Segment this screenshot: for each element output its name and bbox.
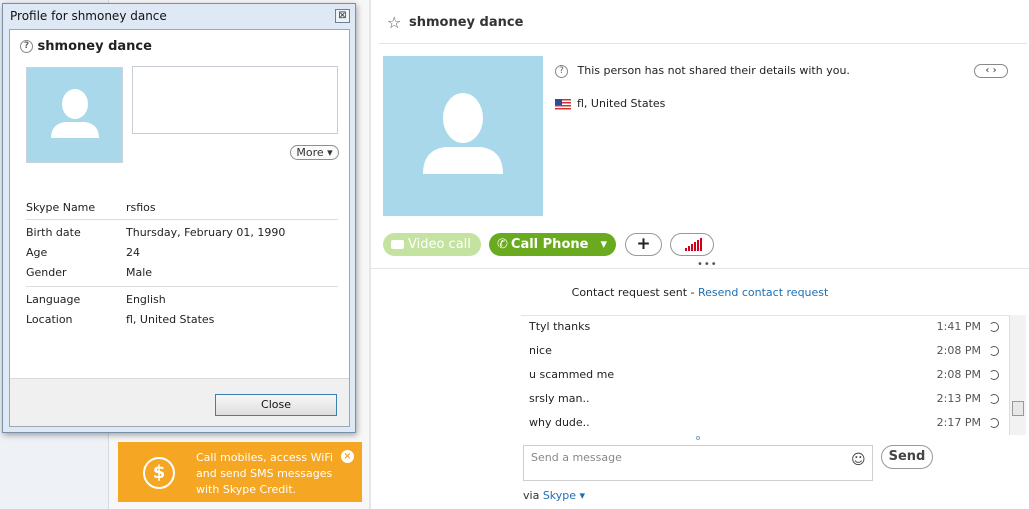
profile-name-text: shmoney dance	[37, 39, 152, 54]
message-text: nice	[529, 344, 552, 357]
person-silhouette-icon	[51, 89, 99, 138]
dialog-title: Profile for shmoney dance	[10, 9, 167, 23]
field-row-gender: Gender Male	[26, 263, 338, 283]
emoticon-icon[interactable]: ☺	[851, 452, 866, 468]
message-scrollbar[interactable]	[1009, 315, 1026, 435]
message-time: 2:17 PM	[936, 416, 981, 429]
prev-next-arrows[interactable]: ‹ ›	[974, 64, 1008, 78]
video-call-button[interactable]: Video call	[383, 233, 481, 256]
sending-spinner-icon	[989, 370, 999, 380]
message-list: Ttyl thanks 1:41 PM nice 2:08 PM u scamm…	[521, 315, 1014, 435]
field-row-birth-date: Birth date Thursday, February 01, 1990	[26, 223, 338, 243]
sending-spinner-icon	[989, 346, 999, 356]
message-time: 2:13 PM	[936, 392, 981, 405]
us-flag-icon	[555, 98, 571, 110]
message-input-placeholder: Send a message	[531, 451, 622, 464]
field-row-location: Location fl, United States	[26, 310, 338, 330]
privacy-notice: ? This person has not shared their detai…	[555, 64, 850, 78]
ad-text: Call mobiles, access WiFi and send SMS m…	[196, 451, 333, 496]
field-value: Male	[126, 266, 153, 279]
contact-location: fl, United States	[555, 97, 665, 110]
add-button[interactable]: +	[625, 233, 662, 256]
field-value: fl, United States	[126, 313, 215, 326]
message-text: why dude..	[529, 416, 590, 429]
profile-avatar	[26, 67, 123, 163]
message-time: 2:08 PM	[936, 368, 981, 381]
message-time: 2:08 PM	[936, 344, 981, 357]
list-item: Ttyl thanks 1:41 PM	[529, 317, 999, 341]
ad-close-icon[interactable]: ×	[341, 450, 354, 463]
resend-request-link[interactable]: Resend contact request	[698, 286, 828, 299]
phone-icon: ✆	[497, 237, 508, 252]
contact-request-notice: Contact request sent - Resend contact re…	[371, 286, 1029, 299]
divider	[371, 268, 1029, 269]
field-label: Age	[26, 246, 48, 259]
field-label: Birth date	[26, 226, 81, 239]
video-camera-icon	[391, 240, 404, 249]
field-value: 24	[126, 246, 140, 259]
list-item: why dude.. 2:17 PM	[529, 413, 999, 437]
dialog-footer: Close	[10, 378, 349, 426]
conversation-panel: ☆ shmoney dance ? This person has not sh…	[371, 0, 1029, 509]
list-item: nice 2:08 PM	[529, 341, 999, 365]
field-value: English	[126, 293, 166, 306]
profile-dialog: Profile for shmoney dance ⊠ ? shmoney da…	[2, 3, 356, 433]
signal-bars-icon	[685, 238, 702, 251]
message-input[interactable]: Send a message	[523, 445, 873, 481]
privacy-notice-text: This person has not shared their details…	[577, 64, 850, 77]
chevron-down-icon[interactable]: ▾	[600, 233, 607, 256]
field-row-age: Age 24	[26, 243, 338, 263]
contact-location-text: fl, United States	[577, 97, 666, 110]
message-text: Ttyl thanks	[529, 320, 591, 333]
message-text: u scammed me	[529, 368, 615, 381]
skype-credit-ad[interactable]: $ Call mobiles, access WiFi and send SMS…	[118, 442, 362, 502]
contact-avatar	[383, 56, 543, 216]
message-text: srsly man..	[529, 392, 590, 405]
dollar-coin-icon: $	[143, 457, 175, 489]
mood-message-box	[132, 66, 338, 134]
field-value: Thursday, February 01, 1990	[126, 226, 286, 239]
divider	[26, 219, 338, 220]
sending-spinner-icon	[989, 322, 999, 332]
unknown-status-icon: ?	[555, 64, 568, 78]
send-button[interactable]: Send	[881, 445, 933, 469]
field-row-skype-name: Skype Name rsfios	[26, 198, 338, 218]
field-label: Language	[26, 293, 81, 306]
favorite-star-icon[interactable]: ☆	[387, 13, 401, 32]
field-row-language: Language English	[26, 290, 338, 310]
field-value: rsfios	[126, 201, 156, 214]
via-prefix: via	[523, 489, 543, 502]
dialog-close-icon[interactable]: ⊠	[335, 9, 350, 23]
call-phone-label: Call Phone	[510, 237, 589, 252]
divider	[26, 286, 338, 287]
call-quality-button[interactable]	[670, 233, 714, 256]
field-label: Skype Name	[26, 201, 96, 214]
unknown-status-icon: ?	[20, 40, 33, 53]
scrollbar-thumb[interactable]	[1012, 401, 1024, 416]
sending-spinner-icon	[989, 394, 999, 404]
list-item: u scammed me 2:08 PM	[529, 365, 999, 389]
send-via: via Skype ▾	[523, 489, 585, 502]
via-skype-dropdown[interactable]: Skype ▾	[543, 489, 585, 502]
field-label: Location	[26, 313, 73, 326]
sending-spinner-icon	[989, 418, 999, 428]
more-button[interactable]: More ▾	[290, 145, 339, 160]
divider	[379, 43, 1027, 44]
list-item: srsly man.. 2:13 PM	[529, 389, 999, 413]
dialog-content: ? shmoney dance More ▾ Skype Name rsfios…	[9, 29, 350, 427]
field-label: Gender	[26, 266, 67, 279]
request-sent-text: Contact request sent -	[571, 286, 698, 299]
video-call-label: Video call	[408, 237, 471, 252]
resize-handle-icon[interactable]	[696, 436, 700, 440]
person-silhouette-icon	[423, 93, 503, 174]
close-button[interactable]: Close	[215, 394, 337, 416]
profile-name: ? shmoney dance	[20, 39, 152, 54]
contact-name: shmoney dance	[409, 15, 524, 30]
call-phone-button[interactable]: ✆ Call Phone ▾	[489, 233, 616, 256]
message-time: 1:41 PM	[936, 320, 981, 333]
